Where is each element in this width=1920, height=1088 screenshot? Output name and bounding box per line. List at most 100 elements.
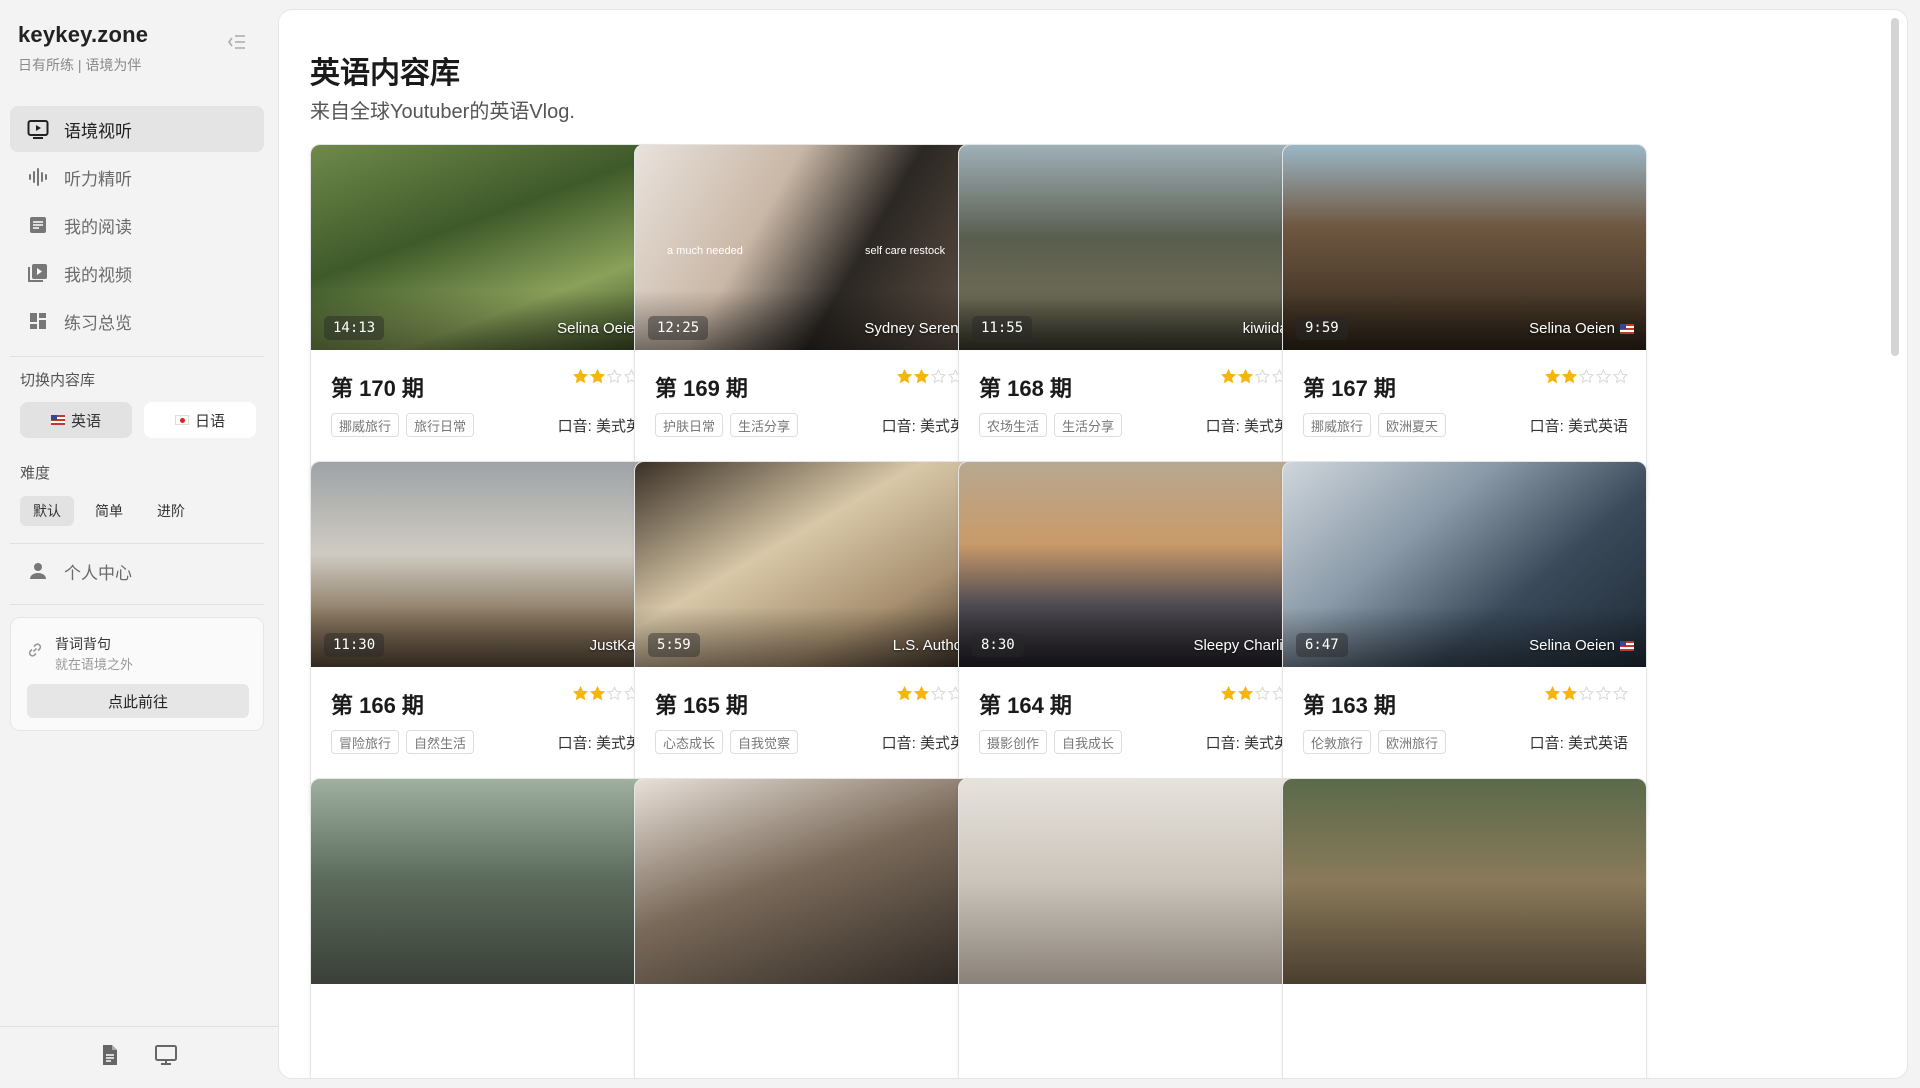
difficulty-stars [1544, 685, 1629, 706]
video-thumbnail[interactable] [635, 779, 998, 984]
star-filled-icon [589, 368, 606, 389]
star-filled-icon [913, 368, 930, 389]
video-thumbnail[interactable]: 11:30 JustKay [311, 462, 674, 667]
star-filled-icon [1237, 685, 1254, 706]
star-filled-icon [1561, 685, 1578, 706]
divider [10, 356, 264, 357]
video-card[interactable]: 8:30 Sleepy Charlie 第 164 期摄影创作 自我成长 口音: 美式英… [958, 461, 1323, 818]
star-empty-icon [606, 368, 623, 389]
video-thumbnail[interactable]: 8:30 Sleepy Charlie [959, 462, 1322, 667]
video-thumbnail[interactable] [1283, 779, 1646, 984]
topic-tag[interactable]: 生活分享 [730, 413, 799, 437]
promo-go-button[interactable]: 点此前往 [27, 684, 249, 718]
author-name: Selina Oeien [1529, 637, 1615, 654]
video-card[interactable] [310, 778, 675, 1078]
video-card[interactable]: 11:55kiwiidal第 168 期农场生活生活分享口音: 美式英语2026… [958, 144, 1323, 501]
video-card[interactable]: a much needed self care restock 12:25 Sydne… [634, 144, 999, 501]
video-card[interactable]: 5:59L.S. Author第 165 期心态成长自我觉察口音: 美式英语20… [634, 461, 999, 818]
tag-list: 挪威旅行 旅行日常 [331, 413, 475, 437]
difficulty-default-button[interactable]: 默认 [20, 496, 74, 526]
nav-item-profile[interactable]: 个人中心 [10, 548, 264, 594]
star-filled-icon [1544, 368, 1561, 389]
tag-list: 护肤日常 生活分享 [655, 413, 799, 437]
page-subtitle: 来自全球Youtuber的英语Vlog. [310, 101, 575, 123]
topic-tag[interactable]: 挪威旅行 [331, 413, 400, 437]
topic-tag[interactable]: 自我觉察 [730, 730, 799, 754]
video-card[interactable] [634, 778, 999, 1078]
us-flag-icon [1620, 323, 1634, 334]
japan-flag-icon [174, 415, 189, 425]
video-thumbnail[interactable] [311, 779, 674, 984]
nav-item-label: 我的阅读 [64, 217, 132, 237]
thumb-caption: self care restock [865, 245, 946, 257]
star-empty-icon [1254, 368, 1271, 389]
difficulty-filter: 默认 简单 进阶 [20, 496, 198, 526]
thumb-caption: a much needed [667, 245, 743, 257]
star-empty-icon [1578, 368, 1595, 389]
video-card[interactable]: 6:47Selina Oeien第 163 期伦敦旅行欧洲旅行口音: 美式英语2… [1282, 461, 1647, 818]
video-card[interactable] [1282, 778, 1647, 1078]
video-thumbnail[interactable]: a much needed self care restock 12:25 Sydne… [635, 145, 998, 350]
nav-item-context-video[interactable]: 语境视听 [10, 106, 264, 152]
issue-title: 第 168 期 [979, 376, 1072, 401]
difficulty-label: 难度 [20, 465, 51, 482]
library-switch: 英语 日语 [20, 402, 256, 438]
collapse-sidebar-icon[interactable] [226, 32, 252, 54]
difficulty-advanced-button[interactable]: 进阶 [144, 496, 198, 526]
difficulty-easy-button[interactable]: 简单 [82, 496, 136, 526]
file-icon[interactable] [100, 1044, 120, 1071]
video-card[interactable] [958, 778, 1323, 1078]
author-name: Sydney Serena [864, 320, 967, 337]
star-filled-icon [1220, 368, 1237, 389]
link-icon [27, 642, 43, 663]
monitor-icon[interactable] [154, 1044, 178, 1071]
topic-tag[interactable]: 摄影创作 [979, 730, 1048, 754]
issue-title: 第 167 期 [1303, 376, 1396, 401]
duration-badge: 8:30 [972, 633, 1024, 657]
nav-item-listening[interactable]: 听力精听 [10, 154, 264, 200]
topic-tag[interactable]: 冒险旅行 [331, 730, 400, 754]
topic-tag[interactable]: 自我成长 [1054, 730, 1123, 754]
sidebar-footer [0, 1026, 278, 1088]
topic-tag[interactable]: 自然生活 [406, 730, 475, 754]
video-thumbnail[interactable]: 6:47 Selina Oeien [1283, 462, 1646, 667]
topic-tag[interactable]: 旅行日常 [406, 413, 475, 437]
topic-tag[interactable]: 生活分享 [1054, 413, 1123, 437]
star-empty-icon [930, 685, 947, 706]
star-empty-icon [1612, 368, 1629, 389]
topic-tag[interactable]: 欧洲旅行 [1378, 730, 1447, 754]
topic-tag[interactable]: 欧洲夏天 [1378, 413, 1447, 437]
video-thumbnail[interactable]: 11:55 kiwiidal [959, 145, 1322, 350]
duration-badge: 14:13 [324, 316, 385, 340]
video-card[interactable]: 11:30JustKay第 166 期冒险旅行自然生活口音: 美式英语2026-… [310, 461, 675, 818]
star-empty-icon [1578, 685, 1595, 706]
duration-badge: 11:55 [972, 316, 1033, 340]
tag-list: 挪威旅行 欧洲夏天 [1303, 413, 1447, 437]
brand-title: keykey.zone [18, 22, 149, 47]
topic-tag[interactable]: 护肤日常 [655, 413, 724, 437]
video-card[interactable]: 14:13 Selina Oeien 第 170 期挪威旅行 旅行日常 口音: 美式英语… [310, 144, 675, 501]
nav-item-label: 听力精听 [64, 169, 132, 189]
tag-list: 伦敦旅行 欧洲旅行 [1303, 730, 1447, 754]
nav-item-my-videos[interactable]: 我的视频 [10, 250, 264, 296]
nav-item-overview[interactable]: 练习总览 [10, 298, 264, 344]
library-japanese-button[interactable]: 日语 [144, 402, 256, 438]
video-thumbnail[interactable]: 9:59 Selina Oeien [1283, 145, 1646, 350]
scrollbar[interactable] [1891, 18, 1899, 356]
topic-tag[interactable]: 伦敦旅行 [1303, 730, 1372, 754]
topic-tag[interactable]: 挪威旅行 [1303, 413, 1372, 437]
video-player-icon [26, 117, 50, 141]
video-card[interactable]: 9:59Selina Oeien第 167 期挪威旅行欧洲夏天口音: 美式英语2… [1282, 144, 1647, 501]
dashboard-icon [26, 309, 50, 333]
library-english-button[interactable]: 英语 [20, 402, 132, 438]
video-thumbnail[interactable]: 5:59 L.S. Author [635, 462, 998, 667]
us-flag-icon [1620, 640, 1634, 651]
star-filled-icon [589, 685, 606, 706]
star-empty-icon [606, 685, 623, 706]
video-thumbnail[interactable] [959, 779, 1322, 984]
topic-tag[interactable]: 心态成长 [655, 730, 724, 754]
nav-item-reading[interactable]: 我的阅读 [10, 202, 264, 248]
video-thumbnail[interactable]: 14:13 Selina Oeien [311, 145, 674, 350]
star-filled-icon [1237, 368, 1254, 389]
topic-tag[interactable]: 农场生活 [979, 413, 1048, 437]
